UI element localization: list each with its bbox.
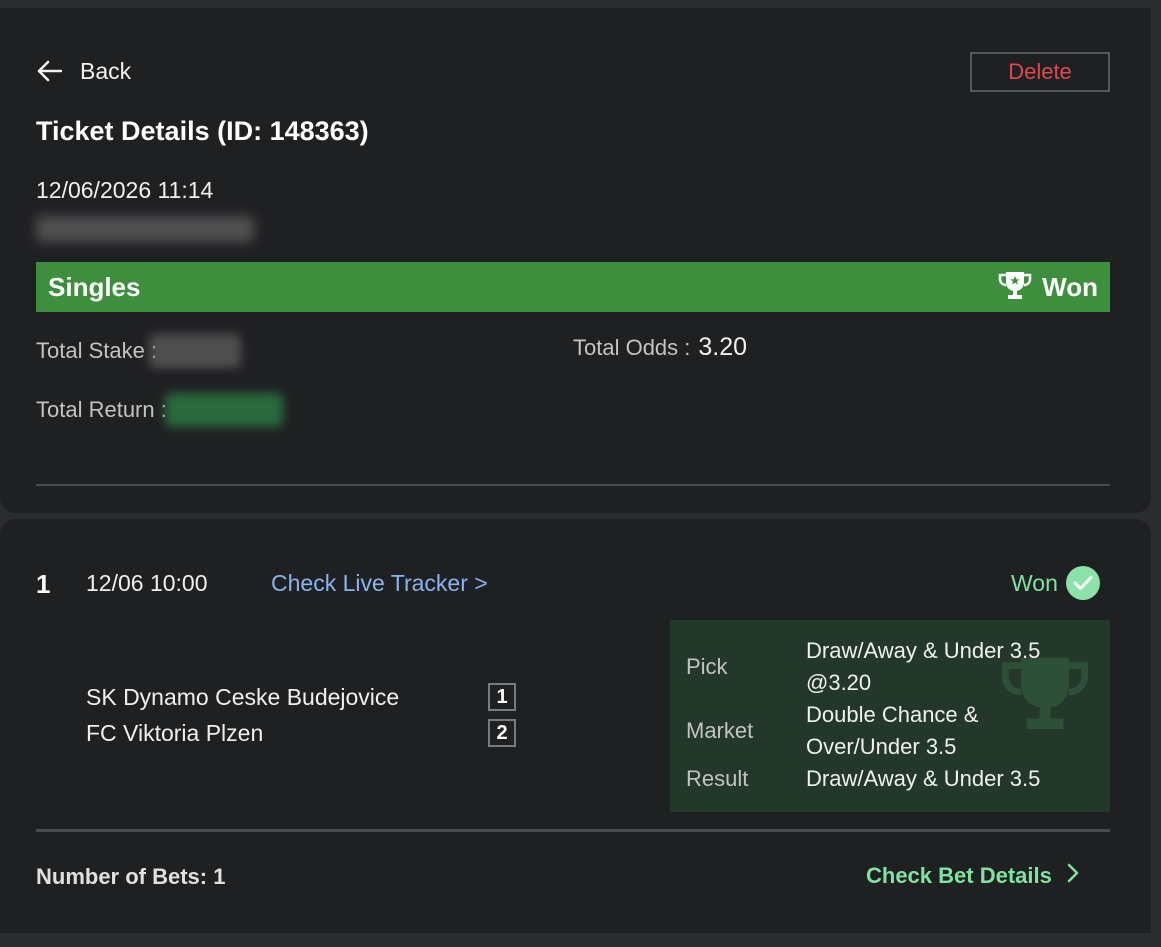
check-live-tracker-link[interactable]: Check Live Tracker > [271,570,488,597]
total-odds-value: 3.20 [698,333,748,361]
leg-index: 1 [36,569,51,599]
leg-status-label: Won [1011,569,1058,596]
pick-label: Pick [686,654,728,679]
away-team-badge: 2 [488,719,516,747]
arrow-left-icon [36,60,62,82]
result-label: Result [686,766,749,791]
total-stake: Total Stake : [36,334,242,368]
bet-type-label: Singles [48,271,141,302]
total-odds-label: Total Odds : [573,335,691,360]
home-team: SK Dynamo Ceske Budejovice [86,684,400,710]
redacted-return-value [164,393,283,427]
divider [36,484,1110,486]
total-return-label: Total Return : [36,397,167,422]
result-value: Draw/Away & Under 3.5 [806,766,1041,791]
check-bet-details-link[interactable]: Check Bet Details [866,862,1080,889]
chevron-right-icon [1066,862,1080,889]
redacted-stake-value [149,334,242,368]
delete-button[interactable]: Delete [970,52,1110,92]
market-value: Double Chance & Over/Under 3.5 [806,702,979,759]
total-stake-label: Total Stake : [36,338,158,363]
ticket-datetime: 12/06/2026 11:14 [36,177,214,203]
check-bet-details-label: Check Bet Details [866,862,1052,888]
trophy-icon [998,270,1032,305]
ticket-status-label: Won [1042,271,1098,302]
divider [36,829,1110,832]
pick-details-panel: Pick Draw/Away & Under 3.5 @3.20 Market … [670,620,1110,812]
leg-status: Won [1011,566,1100,600]
market-label: Market [686,718,754,743]
leg-time: 12/06 10:00 [86,570,208,596]
home-team-badge: 1 [488,683,516,711]
total-return: Total Return : [36,393,283,427]
back-button[interactable]: Back [36,50,131,92]
redacted-ticket-info [36,216,254,242]
page-title: Ticket Details (ID: 148363) [36,116,369,146]
back-label: Back [80,57,132,84]
away-team: FC Viktoria Plzen [86,720,264,746]
total-odds: Total Odds : 3.20 [573,333,747,362]
ticket-status: Won [998,270,1098,305]
check-circle-icon [1065,566,1100,600]
pick-value: Draw/Away & Under 3.5 @3.20 [806,638,1041,695]
number-of-bets: Number of Bets: 1 [36,864,226,889]
ticket-status-banner: Singles Won [36,262,1110,312]
